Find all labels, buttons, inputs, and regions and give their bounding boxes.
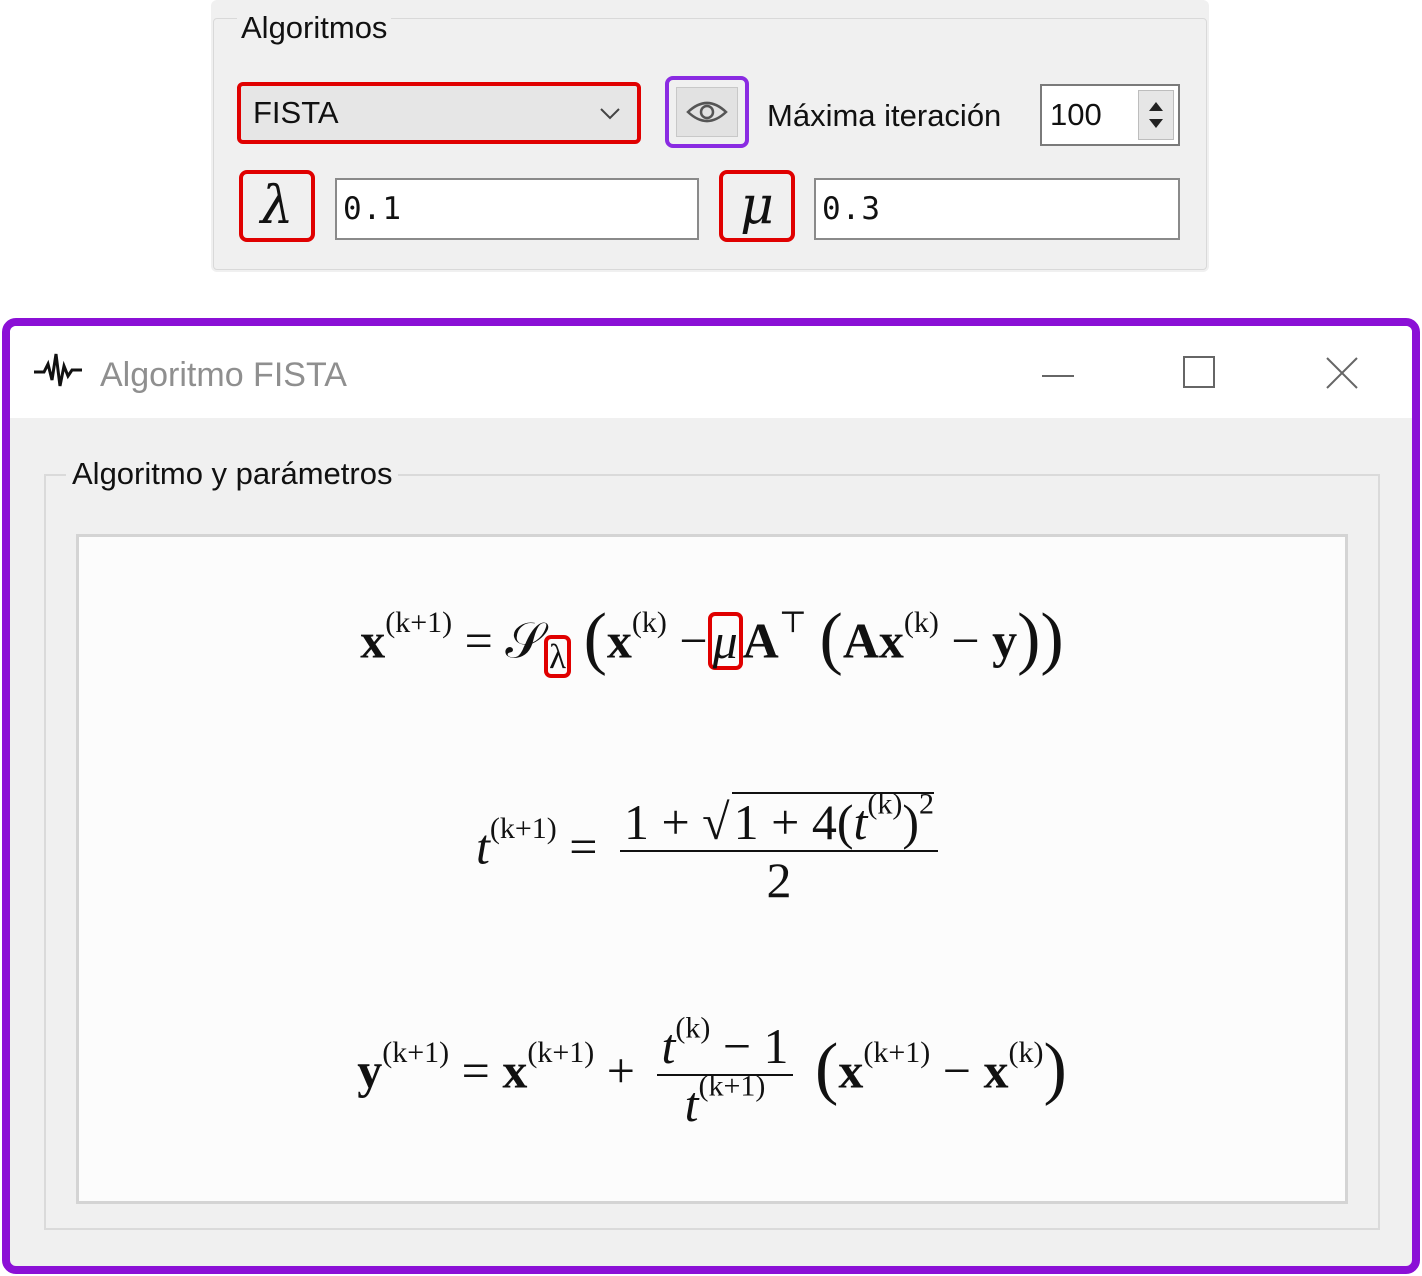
max-iteration-label: Máxima iteración — [767, 98, 1002, 133]
max-iteration-spinbox[interactable]: 100 — [1040, 84, 1180, 146]
spin-arrows-icon — [1149, 102, 1163, 128]
eye-icon — [686, 101, 728, 123]
params-groupbox-title: Algoritmo y parámetros — [66, 456, 399, 492]
groupbox-title: Algoritmos — [237, 10, 392, 46]
minimize-icon[interactable] — [1028, 348, 1088, 398]
t-update-equation: t(k+1) = 1 + √1 + 4(t(k))2 2 — [79, 789, 1345, 910]
lambda-symbol-label: λ — [239, 170, 315, 242]
algorithms-groupbox: Algoritmos FISTA Máxima iteración 100 λ … — [211, 0, 1209, 272]
max-iteration-value: 100 — [1050, 97, 1102, 132]
algorithm-select-value: FISTA — [253, 95, 339, 130]
view-button-face — [676, 87, 738, 137]
chevron-down-icon — [600, 108, 620, 120]
formula-display: x(k+1) = 𝒮λ (x(k) − μ A⊤ (Ax(k) − y)) t(k+… — [76, 534, 1348, 1204]
window-title: Algoritmo FISTA — [100, 356, 347, 394]
mu-symbol-label: μ — [719, 170, 795, 242]
lambda-input[interactable]: 0.1 — [335, 178, 699, 240]
view-algorithm-button[interactable] — [665, 76, 749, 148]
spin-buttons[interactable] — [1138, 90, 1174, 140]
mu-input[interactable]: 0.3 — [814, 178, 1180, 240]
title-bar[interactable]: Algoritmo FISTA — [10, 326, 1412, 418]
lambda-highlight: λ — [544, 635, 572, 678]
fista-window: Algoritmo FISTA Algoritmo y parámetros x… — [2, 318, 1420, 1274]
close-icon[interactable] — [1312, 348, 1372, 398]
algorithm-select[interactable]: FISTA — [237, 82, 641, 144]
waveform-icon — [34, 353, 82, 387]
mu-highlight: μ — [707, 611, 743, 670]
x-update-equation: x(k+1) = 𝒮λ (x(k) − μ A⊤ (Ax(k) − y)) — [360, 600, 1064, 678]
maximize-icon[interactable] — [1170, 348, 1230, 398]
y-update-equation: y(k+1) = x(k+1) + t(k) − 1 t(k+1) (x(k+1… — [357, 1011, 1067, 1132]
